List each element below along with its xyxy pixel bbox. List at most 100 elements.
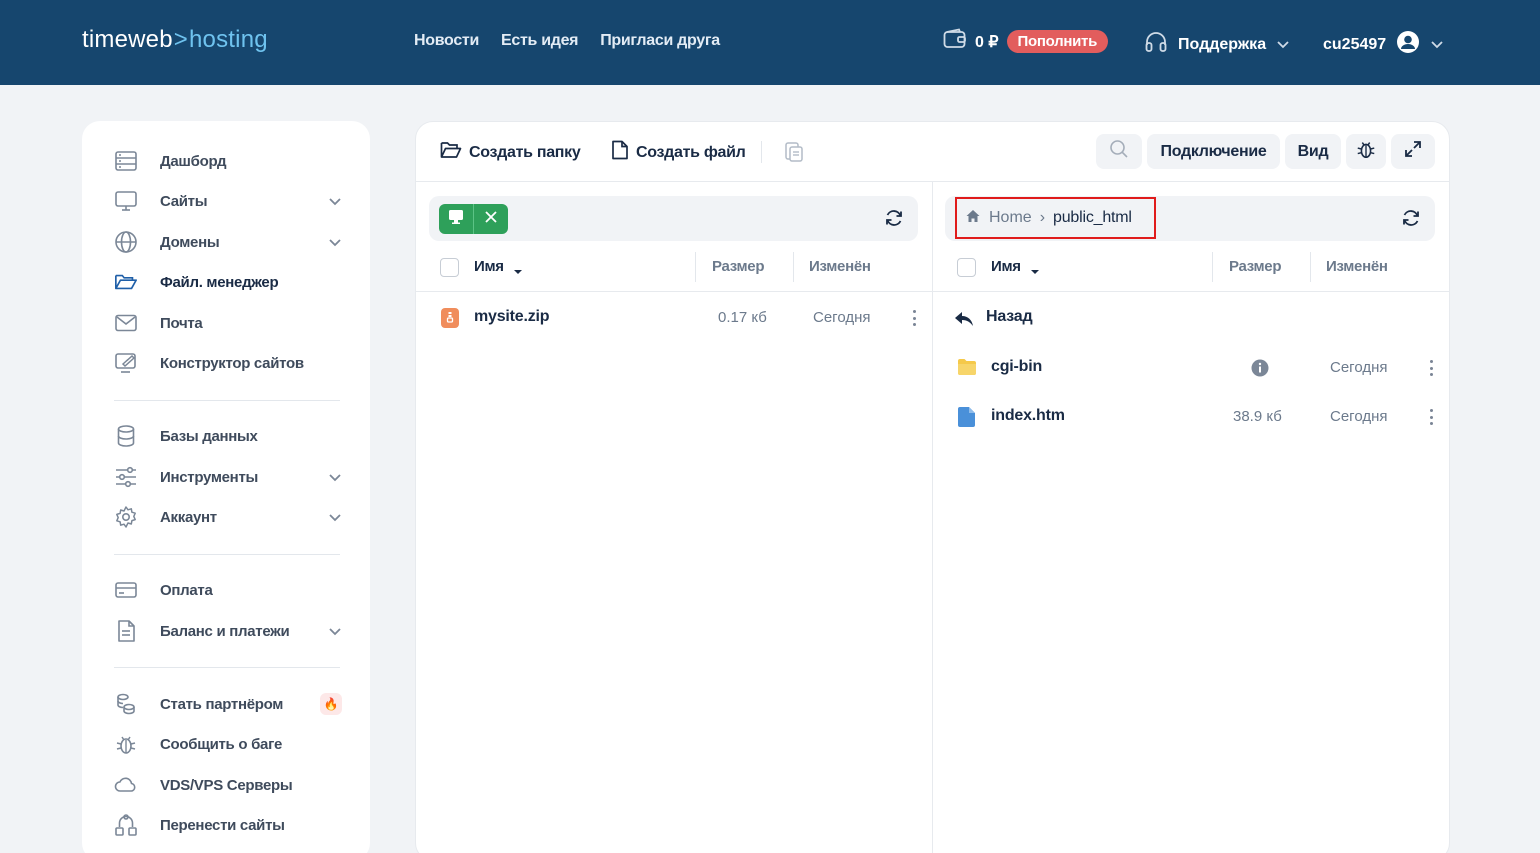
sidebar-item-label: Инструменты bbox=[160, 468, 258, 486]
chevron-down-icon bbox=[1430, 36, 1444, 54]
logo-text-primary: timeweb bbox=[82, 26, 173, 53]
sidebar-divider bbox=[114, 400, 340, 401]
home-icon[interactable] bbox=[965, 208, 981, 229]
sidebar-item-file-manager[interactable]: Файл. менеджер bbox=[114, 269, 342, 295]
sidebar-item-label: Домены bbox=[160, 233, 220, 251]
file-row[interactable]: mysite.zip 0.17 кб Сегодня bbox=[416, 303, 932, 333]
file-row[interactable]: index.htm 38.9 кб Сегодня bbox=[933, 402, 1449, 432]
file-modified: Сегодня bbox=[1330, 408, 1388, 425]
more-options-icon[interactable] bbox=[1426, 407, 1436, 427]
top-header: timeweb>hosting Новости Есть идея Пригла… bbox=[0, 0, 1540, 85]
create-folder-button[interactable]: Создать папку bbox=[440, 140, 581, 165]
file-name: mysite.zip bbox=[474, 308, 550, 325]
sliders-icon bbox=[114, 465, 138, 489]
sort-down-icon bbox=[1030, 263, 1040, 281]
nav-invite-link[interactable]: Пригласи друга bbox=[600, 32, 720, 50]
bug-icon bbox=[114, 732, 138, 756]
chevron-down-icon bbox=[328, 509, 342, 527]
clipboard-icon bbox=[784, 140, 804, 167]
info-icon[interactable] bbox=[1251, 359, 1269, 382]
size-column-header[interactable]: Размер bbox=[712, 258, 765, 275]
right-column-header: Имя Размер Изменён bbox=[933, 252, 1449, 292]
chevron-down-icon bbox=[328, 623, 342, 641]
connection-button[interactable]: Подключение bbox=[1147, 134, 1280, 169]
logo[interactable]: timeweb>hosting bbox=[82, 26, 268, 54]
more-options-icon[interactable] bbox=[909, 308, 919, 328]
archive-icon bbox=[440, 307, 460, 334]
sidebar-item-account[interactable]: Аккаунт bbox=[114, 504, 342, 530]
sidebar-item-transfer[interactable]: Перенести сайты bbox=[114, 812, 342, 838]
logo-text-secondary: hosting bbox=[189, 26, 268, 53]
sidebar-item-balance[interactable]: Баланс и платежи bbox=[114, 618, 342, 644]
toolbar-divider bbox=[761, 141, 762, 163]
sidebar-item-payment[interactable]: Оплата bbox=[114, 577, 342, 603]
topup-button[interactable]: Пополнить bbox=[1006, 30, 1109, 53]
sidebar-item-label: Стать партнёром bbox=[160, 695, 284, 713]
file-icon bbox=[611, 140, 629, 165]
file-icon bbox=[958, 406, 976, 433]
nav-news-link[interactable]: Новости bbox=[414, 32, 479, 50]
sidebar-item-domains[interactable]: Домены bbox=[114, 229, 342, 255]
balance-amount: 0 ₽ bbox=[975, 33, 999, 51]
select-all-checkbox[interactable] bbox=[957, 258, 976, 277]
back-label: Назад bbox=[986, 308, 1033, 325]
sidebar-item-mail[interactable]: Почта bbox=[114, 310, 342, 336]
file-size: 0.17 кб bbox=[718, 309, 767, 326]
sidebar-item-label: Перенести сайты bbox=[160, 816, 285, 834]
back-row[interactable]: Назад bbox=[933, 303, 1449, 333]
paste-button[interactable] bbox=[784, 140, 804, 167]
cloud-icon bbox=[114, 773, 138, 797]
support-label: Поддержка bbox=[1178, 35, 1267, 53]
database-icon bbox=[114, 424, 138, 448]
select-all-checkbox[interactable] bbox=[440, 258, 459, 277]
file-name: cgi-bin bbox=[991, 358, 1043, 375]
file-toolbar: Создать папку Создать файл Подключение В… bbox=[416, 122, 1449, 182]
fire-icon: 🔥 bbox=[320, 693, 342, 715]
computer-icon bbox=[448, 209, 464, 230]
breadcrumb-home[interactable]: Home bbox=[989, 209, 1032, 227]
folder-icon bbox=[957, 357, 977, 382]
sidebar-item-label: Базы данных bbox=[160, 427, 258, 445]
search-button[interactable] bbox=[1096, 134, 1142, 169]
sidebar-item-label: Дашборд bbox=[160, 152, 227, 170]
chevron-down-icon bbox=[1276, 36, 1290, 54]
sort-down-icon bbox=[513, 263, 523, 281]
computer-button[interactable] bbox=[439, 204, 473, 234]
size-column-header[interactable]: Размер bbox=[1229, 258, 1282, 275]
sidebar-item-sites[interactable]: Сайты bbox=[114, 188, 342, 214]
headset-icon bbox=[1144, 30, 1168, 59]
modified-column-header[interactable]: Изменён bbox=[809, 258, 871, 275]
monitor-icon bbox=[114, 189, 138, 213]
support-menu[interactable]: Поддержка bbox=[1144, 30, 1290, 59]
sidebar-item-site-builder[interactable]: Конструктор сайтов bbox=[114, 350, 342, 376]
sidebar-item-partner[interactable]: Стать партнёром 🔥 bbox=[114, 691, 342, 717]
name-column-header[interactable]: Имя bbox=[991, 258, 1021, 275]
view-button[interactable]: Вид bbox=[1285, 134, 1341, 169]
left-pane: Имя Размер Изменён mysite.zip 0.17 кб Се… bbox=[416, 182, 933, 853]
sidebar-item-label: Аккаунт bbox=[160, 508, 217, 526]
create-file-button[interactable]: Создать файл bbox=[611, 140, 746, 165]
debug-button[interactable] bbox=[1346, 134, 1386, 169]
file-row[interactable]: cgi-bin Сегодня bbox=[933, 353, 1449, 383]
folder-open-icon bbox=[440, 140, 462, 165]
sidebar-item-report-bug[interactable]: Сообщить о баге bbox=[114, 731, 342, 757]
create-folder-label: Создать папку bbox=[469, 143, 581, 161]
sidebar-item-databases[interactable]: Базы данных bbox=[114, 423, 342, 449]
sidebar-item-dashboard[interactable]: Дашборд bbox=[114, 148, 342, 174]
more-options-icon[interactable] bbox=[1426, 358, 1436, 378]
refresh-icon[interactable] bbox=[884, 208, 904, 233]
local-source-toggle bbox=[439, 204, 508, 234]
refresh-icon[interactable] bbox=[1401, 208, 1421, 233]
nav-idea-link[interactable]: Есть идея bbox=[501, 32, 579, 50]
file-size: 38.9 кб bbox=[1233, 408, 1282, 425]
fullscreen-button[interactable] bbox=[1391, 134, 1435, 169]
modified-column-header[interactable]: Изменён bbox=[1326, 258, 1388, 275]
sidebar-item-tools[interactable]: Инструменты bbox=[114, 464, 342, 490]
user-menu[interactable]: cu25497 bbox=[1323, 30, 1444, 59]
sidebar-item-vds[interactable]: VDS/VPS Серверы bbox=[114, 772, 342, 798]
file-name: index.htm bbox=[991, 407, 1065, 424]
close-pane-button[interactable] bbox=[474, 204, 508, 234]
name-column-header[interactable]: Имя bbox=[474, 258, 504, 275]
column-divider bbox=[1212, 252, 1213, 282]
logo-arrow: > bbox=[173, 26, 188, 53]
